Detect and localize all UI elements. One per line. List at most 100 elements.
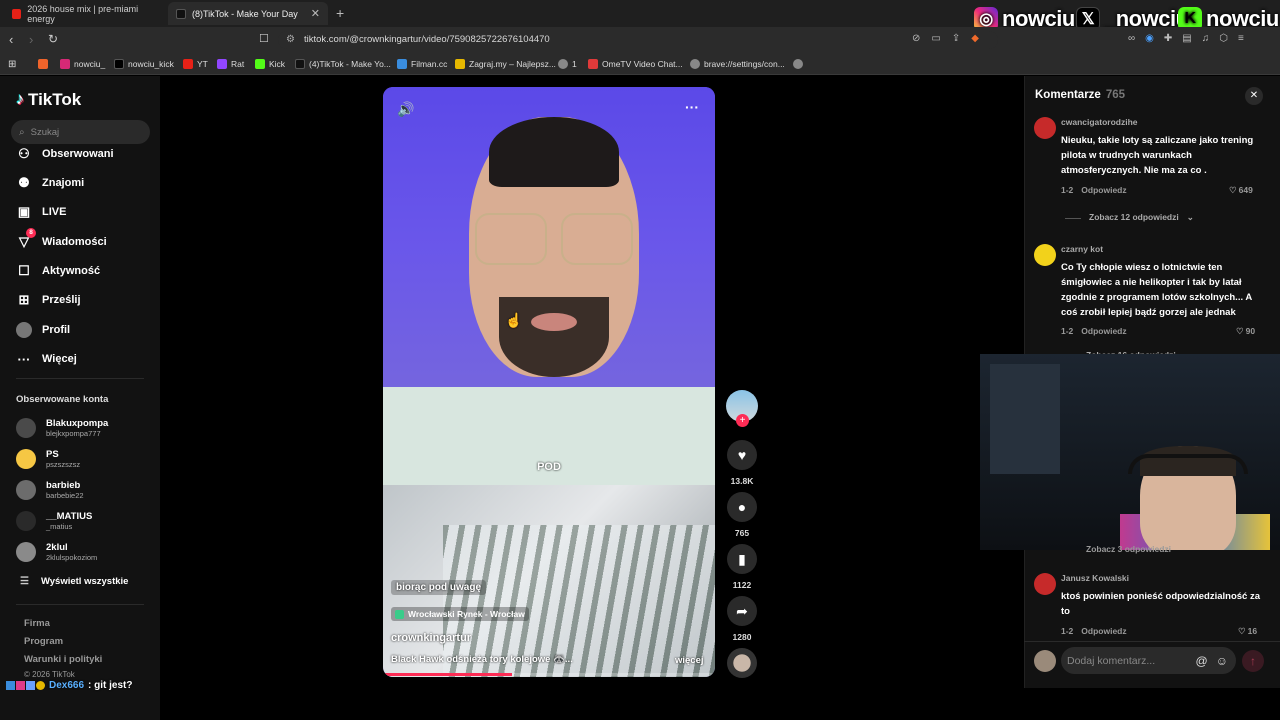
followed-account[interactable]: 2klul 2klulspokoziom [16, 538, 97, 566]
bookmark-item[interactable] [38, 56, 52, 72]
reload-icon[interactable]: ↻ [48, 32, 58, 46]
bookmark-icon[interactable]: ▮ [727, 544, 757, 574]
account-name: 2klul [46, 542, 68, 553]
sidebar-item-activity[interactable]: ☐ Aktywność [16, 260, 100, 282]
comment-avatar[interactable] [1034, 117, 1056, 144]
search-input[interactable]: ⌕ Szukaj [11, 120, 150, 144]
video-author[interactable]: crownkingartur [391, 632, 471, 644]
video-caption-word: POD [537, 461, 561, 473]
post-comment-button[interactable]: ↑ [1242, 650, 1264, 672]
sidebar-item-friends[interactable]: ⚉ Znajomi [16, 172, 84, 194]
bookmark-item[interactable]: Filman.cc [397, 56, 447, 72]
audio-icon[interactable]: ◉ [1145, 33, 1154, 44]
comment-avatar[interactable] [1034, 573, 1056, 600]
bookmark-item[interactable]: nowciu_ [60, 56, 105, 72]
view-replies-button[interactable]: Zobacz 3 odpowiedzi [1086, 544, 1171, 554]
extensions-icon[interactable]: ✚ [1164, 33, 1172, 44]
video-player[interactable]: POD 🔊 ··· biorąc pod uwagę Wrocławski Ry… [383, 87, 715, 677]
pip-icon[interactable]: ▭ [931, 33, 940, 44]
comment-author[interactable]: czarny kot [1061, 244, 1266, 254]
share-icon[interactable]: ➦ [727, 596, 757, 626]
comment-icon[interactable]: ● [727, 492, 757, 522]
menu-icon[interactable]: ≡ [1238, 33, 1244, 44]
heart-icon[interactable]: ♥ [727, 440, 757, 470]
comment-input[interactable]: Dodaj komentarz... @ ☺ [1061, 647, 1236, 674]
mouse-cursor-icon: ☝ [505, 312, 523, 328]
site-settings-icon[interactable]: ⚙ [286, 31, 295, 49]
footer-link-program[interactable]: Program [24, 636, 63, 647]
footer-link-company[interactable]: Firma [24, 618, 50, 629]
account-name: barbieb [46, 480, 81, 491]
bookmark-item[interactable]: Rat [217, 56, 244, 72]
comment-button[interactable]: ● 765 [727, 492, 757, 538]
apps-icon[interactable]: ⊞ [8, 56, 16, 72]
save-button[interactable]: ▮ 1122 [727, 544, 757, 590]
bookmark-item[interactable]: OmeTV Video Chat... [588, 56, 683, 72]
tiktok-logo[interactable]: ♪ TikTok [16, 90, 81, 110]
comment-date: 1-2 [1061, 626, 1074, 636]
sidebar-item-upload[interactable]: ⊞ Prześlij [16, 289, 81, 311]
more-link[interactable]: więcej [675, 655, 704, 666]
footer-link-terms[interactable]: Warunki i polityki [24, 654, 102, 665]
bookmark-item[interactable]: (4)TikTok - Make Yo... [295, 56, 391, 72]
bookmark-item[interactable] [793, 56, 807, 72]
sidebar-item-profile[interactable]: Profil [16, 319, 70, 341]
close-tab-icon[interactable]: ✕ [311, 7, 320, 20]
share-button[interactable]: ➦ 1280 [727, 596, 757, 642]
brave-shield-icon[interactable]: ◆ [971, 33, 979, 44]
reply-button[interactable]: Odpowiedz [1081, 185, 1126, 195]
bookmark-item[interactable]: Zagraj.my – Najlepsz... [455, 56, 556, 72]
sidebar-item-more[interactable]: ··· Więcej [16, 348, 77, 370]
volume-icon[interactable]: 🔊 [397, 101, 414, 118]
bookmark-item[interactable]: nowciu_kick [114, 56, 174, 72]
share-icon[interactable]: ⇪ [952, 33, 960, 44]
followed-account[interactable]: Blakuxpompa blejkxpompa777 [16, 414, 108, 442]
mention-icon[interactable]: @ [1196, 654, 1208, 668]
bookmark-item[interactable]: Kick [255, 56, 285, 72]
author-avatar-button[interactable]: + [726, 390, 758, 427]
sidebar-toggle-icon[interactable]: ▤ [1182, 33, 1191, 44]
video-person-face [469, 117, 639, 377]
media-icon[interactable]: ♫ [1202, 33, 1210, 44]
bookmark-item[interactable]: YT [183, 56, 208, 72]
tab-tiktok[interactable]: (8)TikTok - Make Your Day ✕ [168, 2, 328, 25]
tab-youtube[interactable]: 2026 house mix | pre-miami energy [4, 2, 166, 25]
forward-icon[interactable]: › [29, 32, 33, 47]
sidebar-item-following[interactable]: ⚇ Obserwowani [16, 143, 113, 165]
comment-like-button[interactable]: ♡ 16 [1238, 626, 1257, 637]
sidebar-item-messages[interactable]: ▽ 8 Wiadomości [16, 228, 107, 253]
comment-author[interactable]: cwancigatorodzihe [1061, 117, 1266, 127]
emoji-icon[interactable]: ☺ [1216, 654, 1228, 668]
url-field[interactable]: ⚙ tiktok.com/@crownkingartur/video/75908… [278, 31, 998, 49]
like-button[interactable]: ♥ 13.8K [727, 440, 757, 486]
sidebar-item-live[interactable]: ▣ LIVE [16, 201, 67, 223]
show-all-accounts-link[interactable]: ☰ Wyświetl wszystkie [20, 576, 128, 587]
comment-like-button[interactable]: ♡ 649 [1229, 185, 1253, 196]
comment-avatar[interactable] [1034, 244, 1056, 271]
close-comments-button[interactable]: ✕ [1245, 87, 1263, 105]
followed-account[interactable]: __MATIUS _matius [16, 507, 92, 535]
followed-account[interactable]: barbieb barbebie22 [16, 476, 84, 504]
location-tag[interactable]: Wrocławski Rynek - Wrocław [391, 607, 529, 621]
video-options-icon[interactable]: ··· [685, 99, 699, 115]
wallet-icon[interactable]: ⬡ [1219, 33, 1228, 44]
comment-meta: 1-2 Odpowiedz [1061, 326, 1127, 336]
bookmark-item[interactable]: brave://settings/con... [690, 56, 785, 72]
progress-track[interactable] [383, 673, 715, 676]
live-icon: ▣ [17, 204, 31, 219]
nav-label: Prześlij [42, 294, 81, 306]
followed-account[interactable]: PS pszszszsz [16, 445, 80, 473]
reply-button[interactable]: Odpowiedz [1081, 326, 1126, 336]
cast-icon[interactable]: ⊘ [912, 33, 920, 44]
view-replies-button[interactable]: Zobacz 12 odpowiedzi ⌄ [1065, 212, 1194, 223]
bookmark-item[interactable]: 1 [558, 56, 577, 72]
bookmark-icon[interactable]: ☐ [259, 32, 269, 45]
reply-button[interactable]: Odpowiedz [1081, 626, 1126, 636]
back-icon[interactable]: ‹ [9, 32, 13, 47]
music-disc-button[interactable] [727, 648, 757, 678]
follow-plus-icon[interactable]: + [736, 414, 749, 427]
new-tab-button[interactable]: + [336, 5, 344, 21]
vpn-icon[interactable]: ∞ [1128, 33, 1135, 44]
comment-like-button[interactable]: ♡ 90 [1236, 326, 1255, 337]
comment-author[interactable]: Janusz Kowalski [1061, 573, 1266, 583]
